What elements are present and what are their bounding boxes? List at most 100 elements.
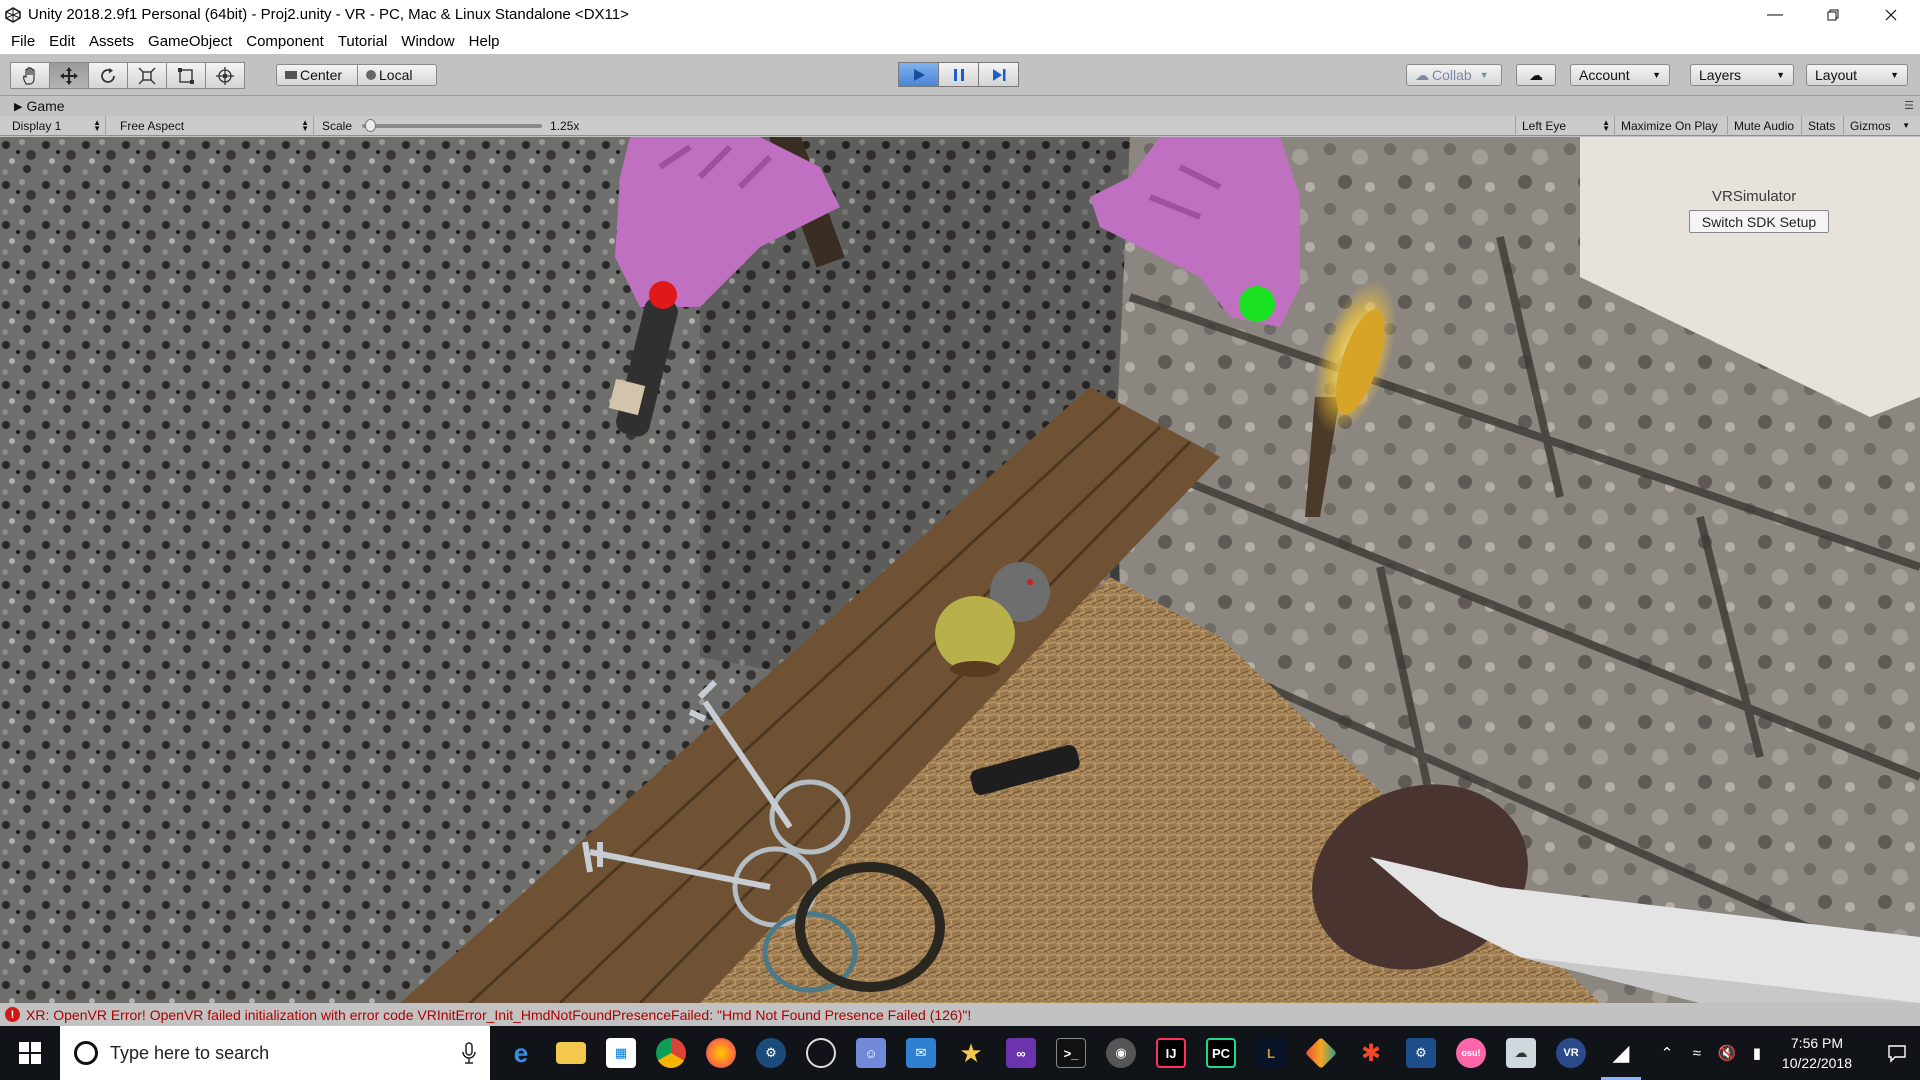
menu-component[interactable]: Component xyxy=(239,33,331,50)
star-icon: ★ xyxy=(959,1037,983,1068)
play-button[interactable] xyxy=(898,62,939,87)
cortana-icon xyxy=(74,1041,98,1065)
space-label: Local xyxy=(379,67,413,83)
vr-app[interactable]: VR xyxy=(1546,1026,1596,1080)
aspect-dropdown[interactable]: Free Aspect ▲ ▼ xyxy=(114,116,314,136)
rotate-tool-button[interactable] xyxy=(88,62,128,89)
teams-app[interactable]: ⚙ xyxy=(1396,1026,1446,1080)
taskbar-clock[interactable]: 7:56 PM 10/22/2018 xyxy=(1782,1033,1852,1073)
account-dropdown[interactable]: Account ▼ xyxy=(1570,64,1670,86)
star-app[interactable]: ★ xyxy=(946,1026,996,1080)
taskbar-search[interactable]: Type here to search xyxy=(60,1026,490,1080)
console-status-bar[interactable]: ! XR: OpenVR Error! OpenVR failed initia… xyxy=(0,1003,1920,1026)
menu-assets[interactable]: Assets xyxy=(82,33,141,50)
unity-app[interactable]: ◢ xyxy=(1596,1026,1646,1080)
minimize-button[interactable]: — xyxy=(1746,0,1804,29)
microphone-icon[interactable] xyxy=(462,1042,476,1064)
chevron-down-icon: ▼ xyxy=(1890,70,1899,80)
edge-icon: e xyxy=(513,1037,529,1068)
collab-dropdown[interactable]: ☁ Collab ▼ xyxy=(1406,64,1502,86)
mumble-app[interactable]: ◉ xyxy=(1096,1026,1146,1080)
terminal-app[interactable]: >_ xyxy=(1046,1026,1096,1080)
restore-button[interactable] xyxy=(1804,0,1862,29)
discord-app[interactable]: ☺ xyxy=(846,1026,896,1080)
layers-dropdown[interactable]: Layers ▼ xyxy=(1690,64,1794,86)
small-red-dot xyxy=(1027,579,1033,585)
cloud-app[interactable]: ☁ xyxy=(1496,1026,1546,1080)
osu-app[interactable]: osu! xyxy=(1446,1026,1496,1080)
game-viewport[interactable]: VRSimulator Switch SDK Setup xyxy=(0,137,1920,1003)
menu-help[interactable]: Help xyxy=(462,33,507,50)
vr-simulator-label: VRSimulator xyxy=(1712,188,1797,205)
menu-gameobject[interactable]: GameObject xyxy=(141,33,239,50)
pycharm-icon: PC xyxy=(1206,1038,1236,1068)
game-controller-icon: ▶ xyxy=(14,100,23,113)
menu-tutorial[interactable]: Tutorial xyxy=(331,33,394,50)
display-dropdown[interactable]: Display 1 ▲ ▼ xyxy=(6,116,106,136)
chevron-up-icon[interactable]: ⌃ xyxy=(1652,1044,1682,1062)
rect-tool-button[interactable] xyxy=(166,62,206,89)
league-app[interactable]: L xyxy=(1246,1026,1296,1080)
menu-window[interactable]: Window xyxy=(394,33,461,50)
hand-tool-button[interactable] xyxy=(10,62,50,89)
unity-logo-icon xyxy=(4,6,22,24)
switch-sdk-setup-button[interactable]: Switch SDK Setup xyxy=(1689,210,1829,233)
firefox-app[interactable] xyxy=(696,1026,746,1080)
tab-game[interactable]: ▶ Game xyxy=(14,98,65,114)
rotate-icon xyxy=(101,67,115,83)
pinned-apps: e ▦ ⚙ ☺ ✉ ★ ∞ >_ ◉ IJ PC L ✱ ⚙ osu! ☁ VR… xyxy=(496,1026,1646,1080)
file-explorer-app[interactable] xyxy=(546,1026,596,1080)
search-placeholder: Type here to search xyxy=(110,1042,270,1063)
eye-dropdown[interactable]: Left Eye ▲ ▼ xyxy=(1515,116,1615,136)
pivot-local-toggle[interactable]: Local xyxy=(357,64,437,86)
scale-slider[interactable] xyxy=(362,119,543,132)
adobe-app[interactable]: ✱ xyxy=(1346,1026,1396,1080)
outlook-app[interactable]: ✉ xyxy=(896,1026,946,1080)
close-button[interactable] xyxy=(1862,0,1920,29)
battery-icon[interactable]: ▮ xyxy=(1742,1044,1772,1062)
store-app[interactable]: ▦ xyxy=(596,1026,646,1080)
edge-app[interactable]: e xyxy=(496,1026,546,1080)
chrome-app[interactable] xyxy=(646,1026,696,1080)
play-icon xyxy=(913,68,925,81)
gizmos-label: Gizmos xyxy=(1850,119,1891,133)
step-button[interactable] xyxy=(978,62,1019,87)
volume-muted-icon[interactable]: 🔇 xyxy=(1712,1044,1742,1062)
transform-tool-button[interactable] xyxy=(205,62,245,89)
visual-studio-app[interactable]: ∞ xyxy=(996,1026,1046,1080)
layout-dropdown[interactable]: Layout ▼ xyxy=(1806,64,1908,86)
cloud-window-icon: ☁ xyxy=(1506,1038,1536,1068)
unity-hub-app[interactable] xyxy=(796,1026,846,1080)
playback-controls xyxy=(898,62,1019,87)
intellij-app[interactable]: IJ xyxy=(1146,1026,1196,1080)
collab-cloud-icon: ☁ xyxy=(1415,66,1429,83)
pause-button[interactable] xyxy=(938,62,979,87)
local-rotation-icon xyxy=(366,70,376,80)
gizmos-dropdown[interactable]: Gizmos ▼ xyxy=(1844,116,1914,136)
scale-slider-handle[interactable] xyxy=(365,119,377,132)
wifi-icon[interactable]: ≈ xyxy=(1682,1045,1712,1062)
start-button[interactable] xyxy=(0,1026,60,1080)
minimize-icon: — xyxy=(1767,5,1783,23)
pivot-center-toggle[interactable]: Center xyxy=(276,64,358,86)
step-icon xyxy=(992,68,1005,81)
pycharm-app[interactable]: PC xyxy=(1196,1026,1246,1080)
game-tab-header: ▶ Game ☰ xyxy=(0,97,1920,115)
panel-menu-icon[interactable]: ☰ xyxy=(1904,99,1914,112)
cloud-services-button[interactable]: ☁ xyxy=(1516,64,1556,86)
mute-audio-toggle[interactable]: Mute Audio xyxy=(1728,116,1802,136)
move-tool-button[interactable] xyxy=(49,62,89,89)
steam-app[interactable]: ⚙ xyxy=(746,1026,796,1080)
scale-tool-button[interactable] xyxy=(127,62,167,89)
maximize-on-play-toggle[interactable]: Maximize On Play xyxy=(1615,116,1728,136)
menu-edit[interactable]: Edit xyxy=(42,33,82,50)
action-center-button[interactable] xyxy=(1874,1043,1920,1063)
game-view-options: Display 1 ▲ ▼ Free Aspect ▲ ▼ Scale 1.25x … xyxy=(0,116,1920,136)
account-label: Account xyxy=(1579,67,1630,83)
stats-toggle[interactable]: Stats xyxy=(1802,116,1844,136)
status-message: XR: OpenVR Error! OpenVR failed initiali… xyxy=(26,1006,972,1023)
git-app[interactable] xyxy=(1296,1026,1346,1080)
scale-label: Scale xyxy=(322,119,353,133)
menu-file[interactable]: File xyxy=(4,33,42,50)
windows-logo-icon xyxy=(19,1042,41,1064)
